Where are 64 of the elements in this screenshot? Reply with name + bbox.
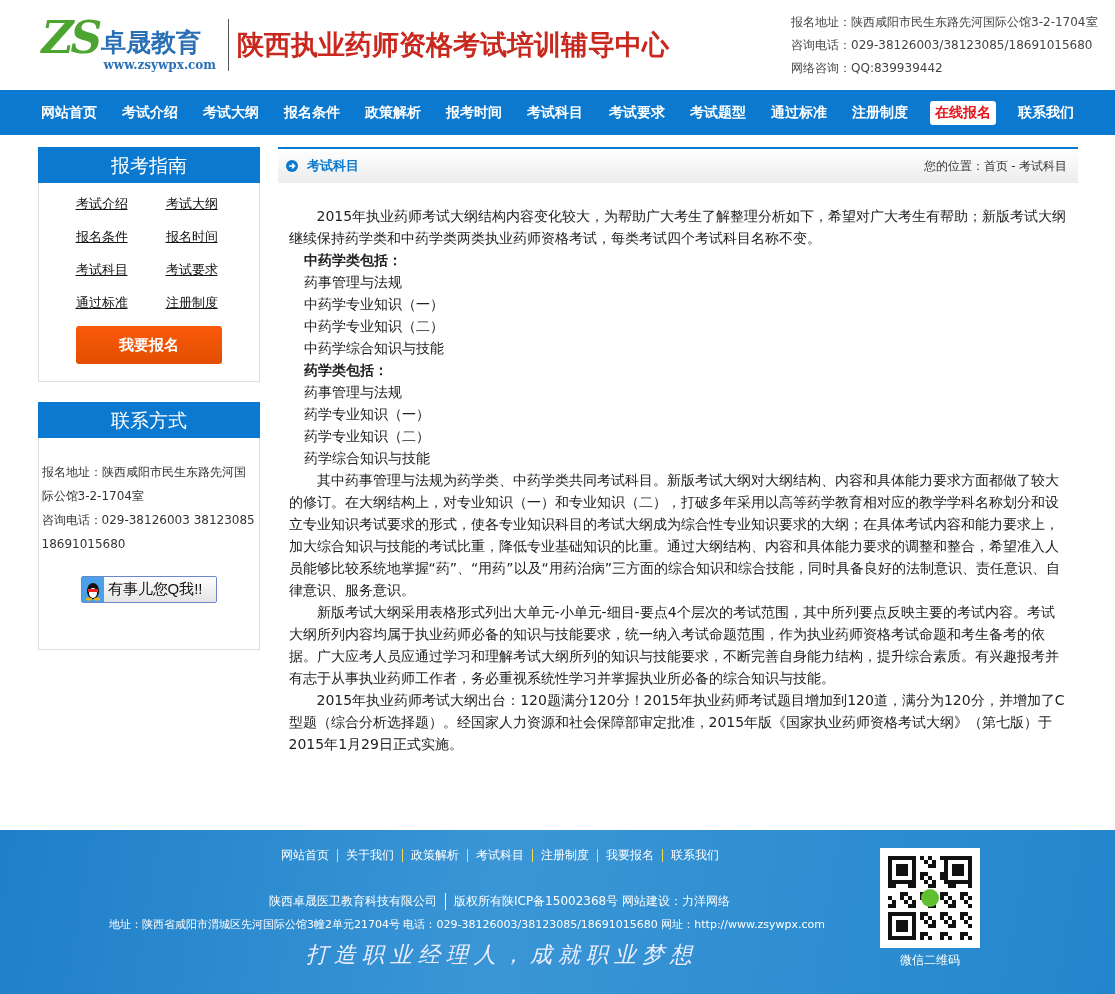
logo-name: 卓晟教育 xyxy=(101,28,202,58)
footer-link[interactable]: 联系我们 xyxy=(661,849,727,862)
qr-caption: 微信二维码 xyxy=(900,952,960,969)
arrow-circle-icon xyxy=(285,160,298,172)
paragraph: 新版考试大纲采用表格形式列出大单元-小单元-细目-要点4个层次的考试范围，其中所列要点反映主要的考试内容。考试大纲所列内容均属于执业药师必备的知识与技能要求，统一纳入考试命题范围，作为执业药师资格考试命题和考生备考的依据。广大应考人员应通过学习和理解考试大纲所列的知识与技能要求，不断完善自身能力结构，提升综合素质。有兴趣报考并有志于从事执业药师工作者，务必重视系统性学习并掌握执业所必备的综合知识与技能。 xyxy=(288,603,1060,688)
nav-link[interactable]: 报考时间 xyxy=(443,103,506,122)
nav-link[interactable]: 考试题型 xyxy=(686,103,749,122)
paragraph: 2015年执业药师考试大纲结构内容变化较大，为帮助广大考生了解整理分析如下，希望对广大考生有帮助；新版考试大纲继续保持药学类和中药学类两类执业药师资格考试，每类考试四个考试科目名称不变。 xyxy=(288,207,1068,248)
panel-title: 联系方式 xyxy=(37,402,260,438)
penguin-icon xyxy=(81,577,104,602)
footer-link[interactable]: 注册制度 xyxy=(531,849,597,862)
nav-link[interactable]: 通过标准 xyxy=(767,103,830,122)
logo-letters: ZS xyxy=(41,18,100,58)
contact-text: 报名地址：陕西咸阳市民生东路先河国际公馆3-2-1704室 xyxy=(41,464,247,505)
slogan: 打造职业经理人，成就职业梦想 xyxy=(306,941,698,969)
sidebar-link[interactable]: 报名条件 xyxy=(75,226,132,248)
list-item: 中药学综合知识与技能 xyxy=(302,339,445,358)
nav-link[interactable]: 考试科目 xyxy=(524,103,587,122)
nav-link[interactable]: 网站首页 xyxy=(37,103,100,122)
nav-link[interactable]: 政策解析 xyxy=(362,103,425,122)
list-item: 中药学专业知识（一） xyxy=(302,295,445,314)
sidebar-link[interactable]: 考试科目 xyxy=(75,259,132,281)
paragraph: 2015年执业药师考试大纲出台：120题满分120分！2015年执业药师考试题目增加到120道，满分为120分，并增加了C型题（综合分析选择题）。经国家人力资源和社会保障部审定批准，2015年版《国家执业药师资格考试大纲》（第七版）于2015年1月29日正式实施。 xyxy=(288,691,1066,754)
contact-text: 咨询电话：029-38126003 38123085 18691015680 xyxy=(41,512,256,553)
nav-link[interactable]: 在线报名 xyxy=(930,100,997,125)
sidebar-link[interactable]: 考试大纲 xyxy=(165,193,222,215)
list-item: 中药学专业知识（二） xyxy=(302,317,445,336)
signup-button[interactable]: 我要报名 xyxy=(75,326,222,364)
site-title: 陕西执业药师资格考试培训辅导中心 xyxy=(237,28,671,62)
subheading: 中药学类包括： xyxy=(302,251,403,270)
list-item: 药学综合知识与技能 xyxy=(302,449,431,468)
breadcrumb: 您的位置：首页 - 考试科目 xyxy=(923,157,1068,175)
nav-link[interactable]: 考试要求 xyxy=(605,103,668,122)
sidebar-link[interactable]: 注册制度 xyxy=(165,292,222,314)
copyright-text: 陕西卓晟医卫教育科技有限公司 xyxy=(268,893,437,910)
footer-link[interactable]: 政策解析 xyxy=(401,849,467,862)
nav-link[interactable]: 考试介绍 xyxy=(118,103,181,122)
contact-line: 咨询电话：029-38126003/38123085/18691015680 xyxy=(791,36,1094,54)
footer-link[interactable]: 我要报名 xyxy=(596,849,662,862)
copyright-text: 版权所有陕ICP备15002368号 网站建设：力洋网络 xyxy=(444,893,730,910)
list-item: 药学专业知识（二） xyxy=(302,427,431,446)
footer-link[interactable]: 考试科目 xyxy=(466,849,532,862)
logo-url: www.zsywpx.com xyxy=(103,58,217,72)
sidebar-link[interactable]: 考试介绍 xyxy=(75,193,132,215)
sidebar-link[interactable]: 报名时间 xyxy=(165,226,222,248)
list-item: 药事管理与法规 xyxy=(302,383,403,402)
sidebar-link[interactable]: 通过标准 xyxy=(75,292,132,314)
qq-button[interactable]: 有事儿您Q我!! xyxy=(80,576,217,603)
sidebar-link[interactable]: 考试要求 xyxy=(165,259,222,281)
nav-link[interactable]: 联系我们 xyxy=(1015,103,1078,122)
paragraph: 其中药事管理与法规为药学类、中药学类共同考试科目。新版考试大纲对大纲结构、内容和具体能力要求方面都做了较大的修订。在大纲结构上，对专业知识（一）和专业知识（二），打破多年采用以高等药学教育相对应的教学学科名称划分和设立专业知识考试要求的形式，使各专业知识科目的考试大纲成为综合性专业知识要求的大纲；在具体考试内容和能力要求上，加大综合知识与技能的考试比重，降低专业基础知识的比重。通过大纲结构、内容和具体能力要求的调整和整合，希望准入人员能够比较系统地掌握“药”、“用药”以及“用药治病”三方面的综合知识和综合技能，同时具备良好的法制意识、责任意识、自律意识、服务意识。 xyxy=(288,471,1062,600)
contact-line: 网络咨询：QQ:839939442 xyxy=(791,59,944,77)
footer-link[interactable]: 网站首页 xyxy=(272,849,337,862)
footer-link[interactable]: 关于我们 xyxy=(336,849,402,862)
section-title: 考试科目 xyxy=(306,157,360,175)
list-item: 药学专业知识（一） xyxy=(302,405,431,424)
contact-line: 报名地址：陕西咸阳市民生东路先河国际公馆3-2-1704室 xyxy=(791,13,1098,31)
nav-link[interactable]: 报名条件 xyxy=(280,103,343,122)
panel-title: 报考指南 xyxy=(37,147,260,183)
nav-link[interactable]: 注册制度 xyxy=(849,103,912,122)
nav-link[interactable]: 考试大纲 xyxy=(199,103,262,122)
subheading: 药学类包括： xyxy=(302,361,389,380)
list-item: 药事管理与法规 xyxy=(302,273,403,292)
footer-address: 地址：陕西省咸阳市渭城区先河国际公馆3幢2单元21704号 电话：029-38126003/38123085/18691015680 网址：http://www.zsywpx.com xyxy=(109,917,826,932)
